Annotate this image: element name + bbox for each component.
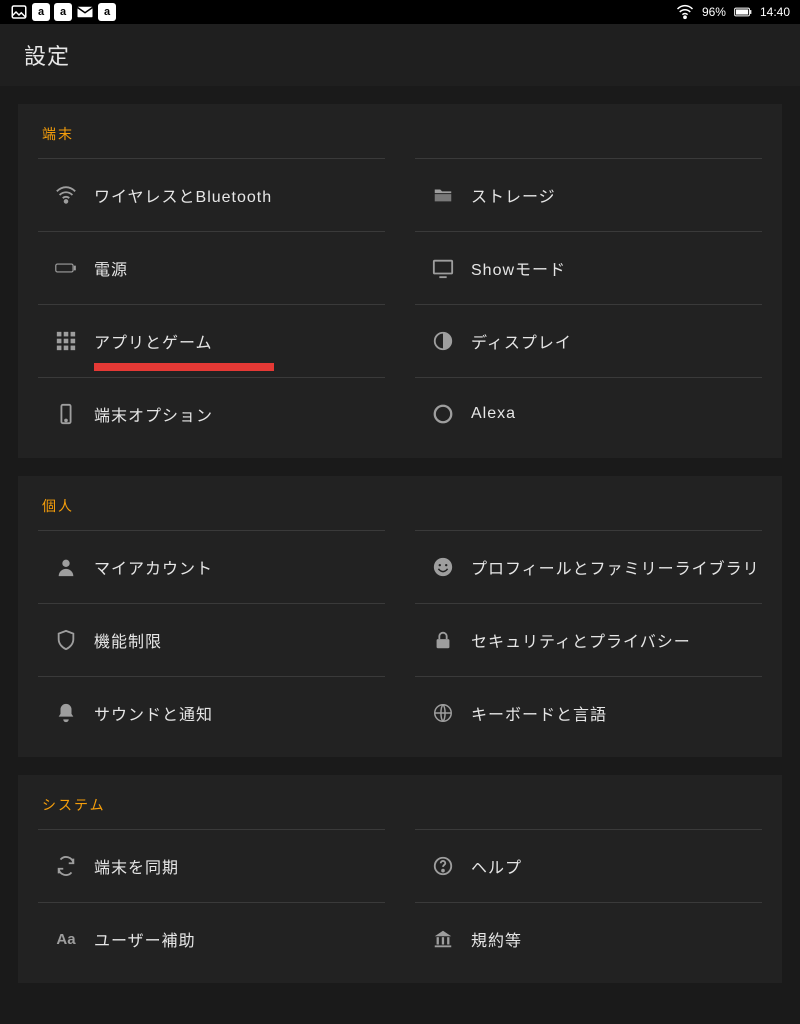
item-label: ワイヤレスとBluetooth: [94, 183, 272, 207]
person-icon: [38, 556, 94, 578]
bell-icon: [38, 702, 94, 724]
smile-icon: [415, 556, 471, 578]
item-label: セキュリティとプライバシー: [471, 628, 691, 652]
item-accessibility[interactable]: Aa ユーザー補助: [38, 902, 385, 975]
item-label: Showモード: [471, 256, 566, 280]
amazon-badge-icon: a: [54, 3, 72, 21]
help-icon: [415, 855, 471, 877]
item-sound[interactable]: サウンドと通知: [38, 676, 385, 749]
amazon-badge-icon: a: [32, 3, 50, 21]
item-parental[interactable]: 機能制限: [38, 603, 385, 676]
section-title-system: システム: [38, 775, 762, 829]
item-display[interactable]: ディスプレイ: [415, 304, 762, 377]
item-label: ストレージ: [471, 183, 556, 207]
item-alexa[interactable]: Alexa: [415, 377, 762, 450]
page-header: 設定: [0, 24, 800, 86]
item-label: 端末オプション: [94, 402, 213, 426]
status-right: 96% 14:40: [676, 3, 790, 21]
item-wireless[interactable]: ワイヤレスとBluetooth: [38, 158, 385, 231]
monitor-icon: [415, 257, 471, 279]
item-my-account[interactable]: マイアカウント: [38, 530, 385, 603]
item-profile[interactable]: プロフィールとファミリーライブラリ: [415, 530, 762, 603]
item-label: プロフィールとファミリーライブラリ: [471, 555, 760, 579]
item-label: ディスプレイ: [471, 329, 572, 353]
accessibility-icon: Aa: [38, 931, 94, 948]
item-apps-games[interactable]: アプリとゲーム: [38, 304, 385, 377]
item-power[interactable]: 電源: [38, 231, 385, 304]
shield-icon: [38, 629, 94, 651]
legal-icon: [415, 928, 471, 950]
highlight-marker: [94, 363, 274, 371]
page-title: 設定: [24, 39, 70, 71]
section-device: 端末 ワイヤレスとBluetooth 電源 アプリとゲーム: [18, 104, 782, 458]
item-legal[interactable]: 規約等: [415, 902, 762, 975]
item-keyboard[interactable]: キーボードと言語: [415, 676, 762, 749]
clock: 14:40: [760, 5, 790, 19]
item-label: アプリとゲーム: [94, 329, 213, 353]
item-label: ヘルプ: [471, 854, 522, 878]
wifi-icon: [38, 184, 94, 206]
item-label: 端末を同期: [94, 854, 179, 878]
item-label: 機能制限: [94, 628, 162, 652]
item-device-options[interactable]: 端末オプション: [38, 377, 385, 450]
section-personal: 個人 マイアカウント 機能制限 サウンドと通知 プロフ: [18, 476, 782, 757]
lock-icon: [415, 629, 471, 651]
item-sync[interactable]: 端末を同期: [38, 829, 385, 902]
item-label: 規約等: [471, 927, 522, 951]
item-help[interactable]: ヘルプ: [415, 829, 762, 902]
item-security[interactable]: セキュリティとプライバシー: [415, 603, 762, 676]
tablet-icon: [38, 403, 94, 425]
item-label: キーボードと言語: [471, 701, 607, 725]
section-system: システム 端末を同期 Aa ユーザー補助 ヘルプ 規約等: [18, 775, 782, 983]
battery-icon: [734, 3, 752, 21]
globe-icon: [415, 702, 471, 724]
settings-scroll[interactable]: 端末 ワイヤレスとBluetooth 電源 アプリとゲーム: [0, 104, 800, 983]
mail-icon: [76, 3, 94, 21]
item-label: ユーザー補助: [94, 927, 196, 951]
item-show-mode[interactable]: Showモード: [415, 231, 762, 304]
item-label: Alexa: [471, 405, 516, 423]
status-left: a a a: [10, 3, 116, 21]
sync-icon: [38, 855, 94, 877]
battery-percentage: 96%: [702, 5, 726, 19]
item-storage[interactable]: ストレージ: [415, 158, 762, 231]
section-title-device: 端末: [38, 104, 762, 158]
item-label: マイアカウント: [94, 555, 213, 579]
image-icon: [10, 3, 28, 21]
amazon-badge-icon: a: [98, 3, 116, 21]
alexa-icon: [415, 403, 471, 425]
battery-icon: [38, 257, 94, 279]
item-label: 電源: [94, 256, 128, 280]
item-label: サウンドと通知: [94, 701, 213, 725]
status-bar: a a a 96% 14:40: [0, 0, 800, 24]
wifi-icon: [676, 3, 694, 21]
apps-grid-icon: [38, 330, 94, 352]
section-title-personal: 個人: [38, 476, 762, 530]
contrast-icon: [415, 330, 471, 352]
folder-icon: [415, 184, 471, 206]
